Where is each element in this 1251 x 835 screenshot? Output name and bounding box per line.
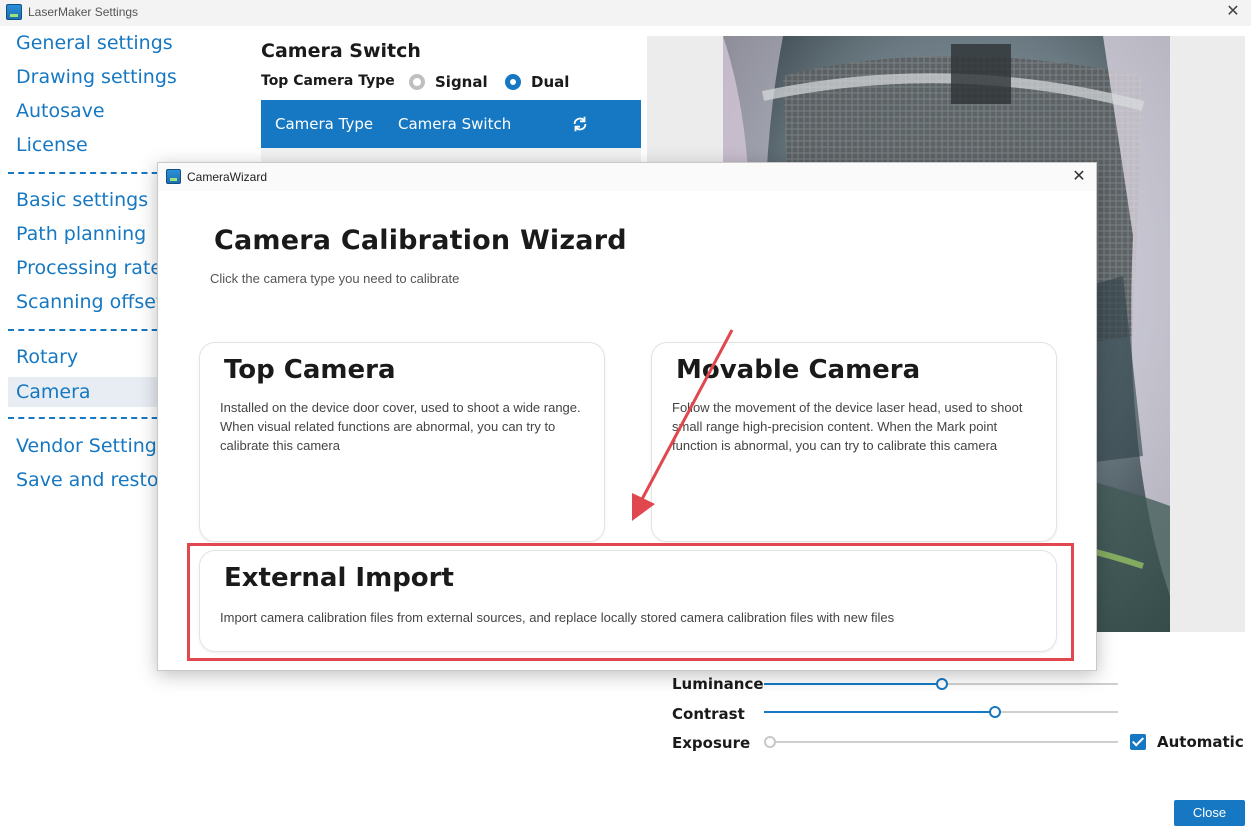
camera-table-header: Camera Type Camera Switch <box>261 100 641 148</box>
nav-item-autosave[interactable]: Autosave <box>16 100 105 122</box>
nav-item-basic-settings[interactable]: Basic settings <box>16 189 148 211</box>
luminance-fill <box>764 683 942 685</box>
exposure-slider[interactable] <box>764 736 1118 748</box>
nav-divider <box>8 417 168 419</box>
window-close-icon[interactable]: ✕ <box>1223 2 1243 22</box>
automatic-checkbox[interactable] <box>1130 734 1146 750</box>
nav-item-rotary[interactable]: Rotary <box>16 346 78 368</box>
nav-item-license[interactable]: License <box>16 134 88 156</box>
annotation-arrow-icon <box>632 329 734 521</box>
camera-wizard-dialog: CameraWizard ✕ Camera Calibration Wizard… <box>157 162 1097 671</box>
luminance-label: Luminance <box>672 675 764 693</box>
radio-signal[interactable] <box>409 74 425 90</box>
app-logo-icon <box>6 4 22 20</box>
nav-item-vendor-settings[interactable]: Vendor Settings <box>16 435 167 457</box>
column-camera-switch: Camera Switch <box>398 115 512 133</box>
radio-dual[interactable] <box>505 74 521 90</box>
nav-item-scanning-offset[interactable]: Scanning offset <box>16 291 163 313</box>
nav-divider <box>8 172 168 174</box>
contrast-label: Contrast <box>672 705 745 723</box>
nav-divider <box>8 329 168 331</box>
refresh-icon[interactable] <box>571 115 589 133</box>
close-button[interactable]: Close <box>1174 800 1245 826</box>
nav-item-camera[interactable]: Camera <box>8 377 168 407</box>
column-camera-type: Camera Type <box>275 115 374 133</box>
camera-switch-title: Camera Switch <box>261 40 421 62</box>
nav-item-processing-rate[interactable]: Processing rate <box>16 257 162 279</box>
automatic-label[interactable]: Automatic <box>1157 733 1244 751</box>
nav-item-drawing-settings[interactable]: Drawing settings <box>16 66 177 88</box>
radio-signal-label[interactable]: Signal <box>435 73 488 91</box>
exposure-knob[interactable] <box>764 736 776 748</box>
contrast-slider[interactable] <box>764 706 1118 718</box>
nav-item-general-settings[interactable]: General settings <box>16 32 173 54</box>
nav-item-path-planning[interactable]: Path planning <box>16 223 146 245</box>
window-title: LaserMaker Settings <box>28 5 139 19</box>
luminance-slider[interactable] <box>764 678 1118 690</box>
top-camera-type-label: Top Camera Type <box>261 73 395 89</box>
contrast-fill <box>764 711 995 713</box>
contrast-knob[interactable] <box>989 706 1001 718</box>
window-titlebar: LaserMaker Settings ✕ <box>0 0 1251 26</box>
nav-item-save-and-restore[interactable]: Save and restore <box>16 469 178 491</box>
radio-dual-label[interactable]: Dual <box>531 73 569 91</box>
luminance-knob[interactable] <box>936 678 948 690</box>
exposure-label: Exposure <box>672 734 751 752</box>
